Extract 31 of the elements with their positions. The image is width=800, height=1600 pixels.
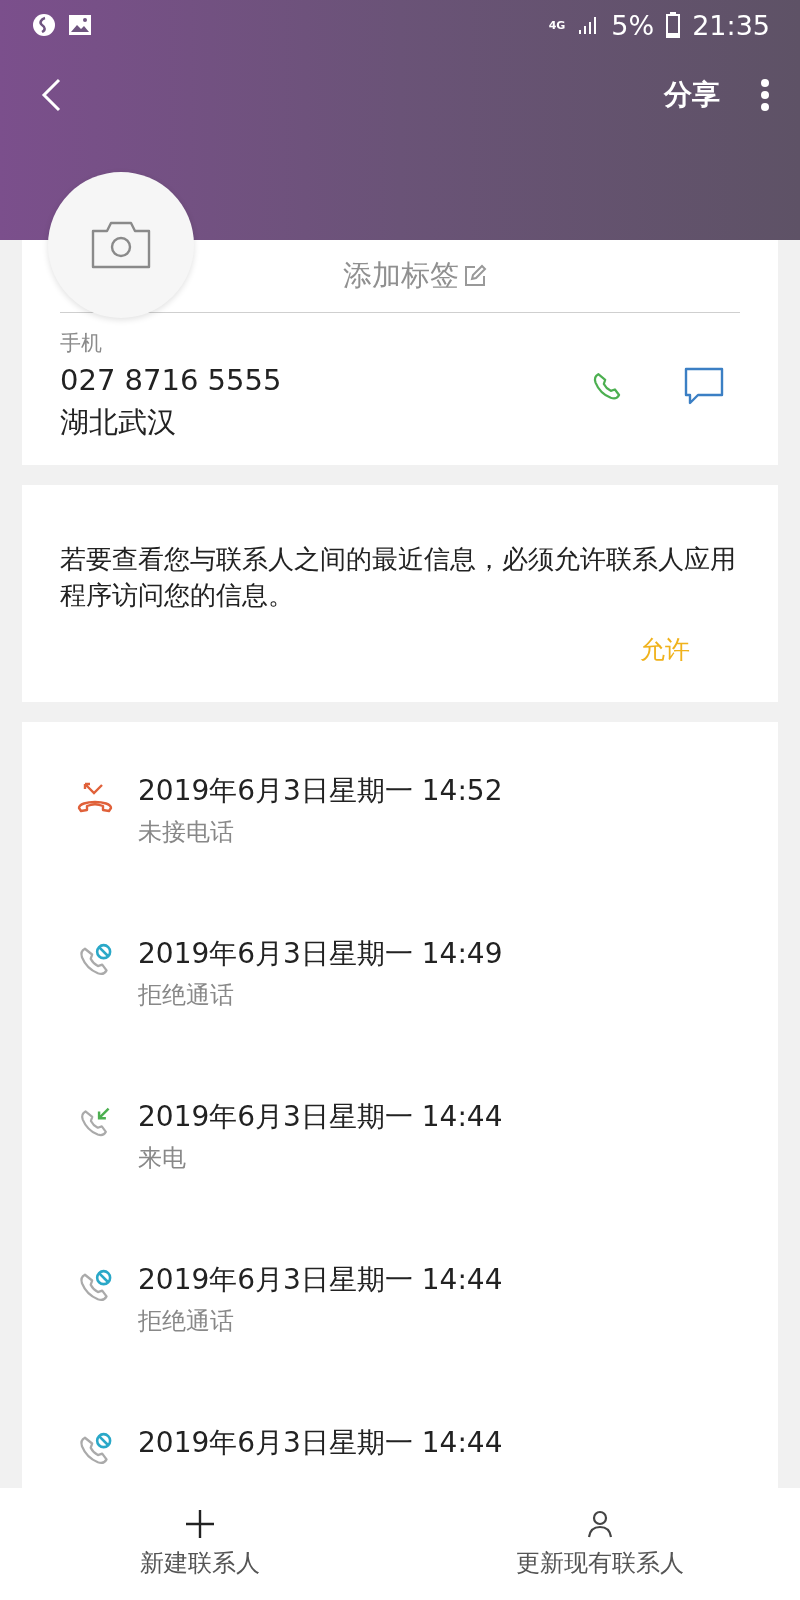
message-button[interactable] [684, 367, 724, 405]
call-log-item[interactable]: 2019年6月3日星期一 14:44 来电 [22, 1098, 778, 1261]
battery-percent: 5% [611, 9, 655, 41]
call-time: 2019年6月3日星期一 14:49 [138, 936, 503, 972]
more-options-button[interactable] [760, 78, 770, 112]
network-type: 4G [548, 18, 566, 32]
call-time: 2019年6月3日星期一 14:44 [138, 1099, 503, 1135]
image-icon [68, 14, 92, 36]
call-type: 拒绝通话 [138, 980, 235, 1011]
edit-icon [463, 264, 487, 288]
phone-label: 手机 [60, 330, 103, 357]
back-button[interactable] [40, 78, 62, 112]
permission-message: 若要查看您与联系人之间的最近信息，必须允许联系人应用程序访问您的信息。 [59, 543, 737, 612]
missed-call-icon [75, 780, 115, 814]
call-log-item[interactable]: 2019年6月3日星期一 14:44 拒绝通话 [22, 1261, 778, 1424]
clock: 21:35 [692, 9, 770, 41]
call-time: 2019年6月3日星期一 14:44 [138, 1425, 503, 1461]
camera-icon [91, 221, 151, 269]
plus-icon [185, 1509, 215, 1539]
call-type: 未接电话 [138, 817, 235, 848]
person-icon [585, 1509, 615, 1539]
call-log-item[interactable]: 2019年6月3日星期一 14:52 未接电话 [22, 772, 778, 935]
share-button[interactable]: 分享 [664, 76, 720, 114]
phone-location: 湖北武汉 [60, 404, 177, 441]
call-time: 2019年6月3日星期一 14:44 [138, 1262, 503, 1298]
call-type: 拒绝通话 [138, 1306, 235, 1337]
call-type: 来电 [138, 1143, 187, 1174]
battery-icon [666, 12, 681, 38]
phone-number: 027 8716 5555 [60, 363, 283, 397]
call-log-item[interactable]: 2019年6月3日星期一 14:49 拒绝通话 [22, 935, 778, 1098]
call-time: 2019年6月3日星期一 14:52 [138, 773, 503, 809]
